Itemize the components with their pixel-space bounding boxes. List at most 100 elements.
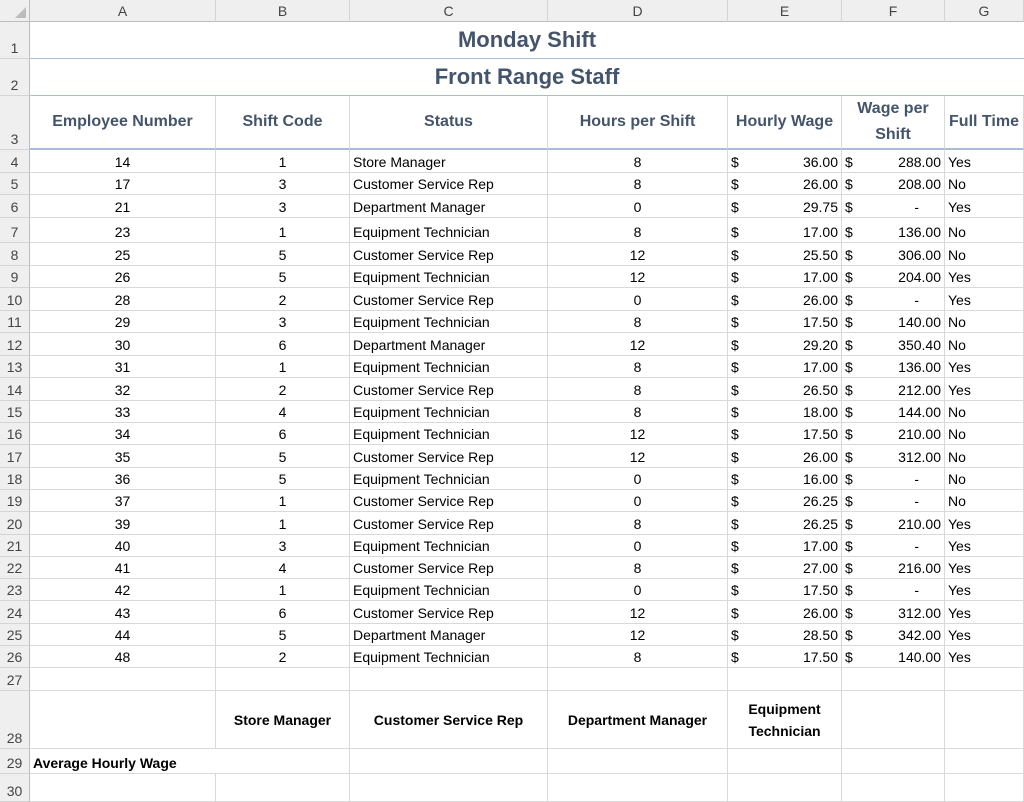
hours-cell[interactable]: 0 [548,535,728,557]
full-time-cell[interactable]: Yes [945,624,1024,646]
header-status[interactable]: Status [350,96,548,150]
wage-per-shift-cell[interactable]: $210.00 [842,423,945,445]
shift-code-cell[interactable]: 3 [216,173,350,195]
empty-cell[interactable] [30,691,216,749]
row-header-14[interactable]: 14 [0,378,30,401]
hourly-wage-cell[interactable]: $17.00 [728,356,842,378]
column-header-e[interactable]: E [728,0,842,22]
status-cell[interactable]: Equipment Technician [350,579,548,601]
wage-per-shift-cell[interactable]: $204.00 [842,266,945,288]
full-time-cell[interactable]: Yes [945,646,1024,668]
shift-code-cell[interactable]: 2 [216,378,350,401]
hourly-wage-cell[interactable]: $26.25 [728,490,842,512]
status-cell[interactable]: Equipment Technician [350,218,548,243]
hours-cell[interactable]: 0 [548,468,728,490]
column-header-f[interactable]: F [842,0,945,22]
summary-header-2[interactable]: Customer Service Rep [350,691,548,749]
hours-cell[interactable]: 8 [548,646,728,668]
row-header-8[interactable]: 8 [0,243,30,266]
full-time-cell[interactable]: Yes [945,378,1024,401]
hours-cell[interactable]: 12 [548,445,728,468]
hourly-wage-cell[interactable]: $27.00 [728,557,842,579]
summary-header-1[interactable]: Store Manager [216,691,350,749]
status-cell[interactable]: Equipment Technician [350,356,548,378]
empty-cell[interactable] [30,774,216,802]
wage-per-shift-cell[interactable]: $ - [842,579,945,601]
row-header-11[interactable]: 11 [0,311,30,333]
full-time-cell[interactable]: No [945,401,1024,423]
hourly-wage-cell[interactable]: $26.25 [728,512,842,535]
average-wage-cell[interactable] [548,749,728,774]
hourly-wage-cell[interactable]: $17.50 [728,579,842,601]
empty-cell[interactable] [945,691,1024,749]
shift-code-cell[interactable]: 5 [216,445,350,468]
row-header-9[interactable]: 9 [0,266,30,288]
full-time-cell[interactable]: Yes [945,150,1024,173]
row-header-10[interactable]: 10 [0,288,30,311]
status-cell[interactable]: Customer Service Rep [350,243,548,266]
empty-cell[interactable] [945,774,1024,802]
hourly-wage-cell[interactable]: $17.00 [728,218,842,243]
shift-code-cell[interactable]: 5 [216,468,350,490]
select-all-corner[interactable] [0,0,30,22]
employee-number-cell[interactable]: 21 [30,195,216,218]
hours-cell[interactable]: 8 [548,512,728,535]
hours-cell[interactable]: 0 [548,490,728,512]
employee-number-cell[interactable]: 44 [30,624,216,646]
status-cell[interactable]: Department Manager [350,624,548,646]
empty-cell[interactable] [216,668,350,691]
employee-number-cell[interactable]: 25 [30,243,216,266]
empty-cell[interactable] [30,668,216,691]
wage-per-shift-cell[interactable]: $350.40 [842,333,945,356]
full-time-cell[interactable]: Yes [945,288,1024,311]
hours-cell[interactable]: 0 [548,579,728,601]
employee-number-cell[interactable]: 37 [30,490,216,512]
empty-cell[interactable] [350,668,548,691]
row-header-5[interactable]: 5 [0,173,30,195]
shift-code-cell[interactable]: 3 [216,311,350,333]
wage-per-shift-cell[interactable]: $212.00 [842,378,945,401]
empty-cell[interactable] [548,774,728,802]
hourly-wage-cell[interactable]: $18.00 [728,401,842,423]
hours-cell[interactable]: 12 [548,243,728,266]
average-hourly-wage-label[interactable]: Average Hourly Wage [30,749,216,774]
hours-cell[interactable]: 8 [548,173,728,195]
status-cell[interactable]: Customer Service Rep [350,557,548,579]
employee-number-cell[interactable]: 42 [30,579,216,601]
wage-per-shift-cell[interactable]: $144.00 [842,401,945,423]
employee-number-cell[interactable]: 29 [30,311,216,333]
hours-cell[interactable]: 8 [548,356,728,378]
sheet-subtitle[interactable]: Front Range Staff [30,59,1024,96]
status-cell[interactable]: Customer Service Rep [350,445,548,468]
employee-number-cell[interactable]: 43 [30,601,216,624]
hours-cell[interactable]: 8 [548,378,728,401]
status-cell[interactable]: Customer Service Rep [350,490,548,512]
full-time-cell[interactable]: No [945,218,1024,243]
column-header-g[interactable]: G [945,0,1024,22]
header-hourly-wage[interactable]: Hourly Wage [728,96,842,150]
employee-number-cell[interactable]: 34 [30,423,216,445]
wage-per-shift-cell[interactable]: $ - [842,468,945,490]
full-time-cell[interactable]: Yes [945,557,1024,579]
hourly-wage-cell[interactable]: $26.00 [728,288,842,311]
shift-code-cell[interactable]: 6 [216,333,350,356]
hours-cell[interactable]: 12 [548,333,728,356]
employee-number-cell[interactable]: 39 [30,512,216,535]
status-cell[interactable]: Customer Service Rep [350,173,548,195]
employee-number-cell[interactable]: 40 [30,535,216,557]
hourly-wage-cell[interactable]: $26.50 [728,378,842,401]
hourly-wage-cell[interactable]: $26.00 [728,445,842,468]
employee-number-cell[interactable]: 36 [30,468,216,490]
row-header-21[interactable]: 21 [0,535,30,557]
full-time-cell[interactable]: Yes [945,535,1024,557]
shift-code-cell[interactable]: 2 [216,288,350,311]
employee-number-cell[interactable]: 30 [30,333,216,356]
status-cell[interactable]: Customer Service Rep [350,512,548,535]
column-header-d[interactable]: D [548,0,728,22]
hourly-wage-cell[interactable]: $16.00 [728,468,842,490]
wage-per-shift-cell[interactable]: $312.00 [842,601,945,624]
hourly-wage-cell[interactable]: $26.00 [728,601,842,624]
full-time-cell[interactable]: Yes [945,579,1024,601]
hours-cell[interactable]: 12 [548,423,728,445]
wage-per-shift-cell[interactable]: $210.00 [842,512,945,535]
